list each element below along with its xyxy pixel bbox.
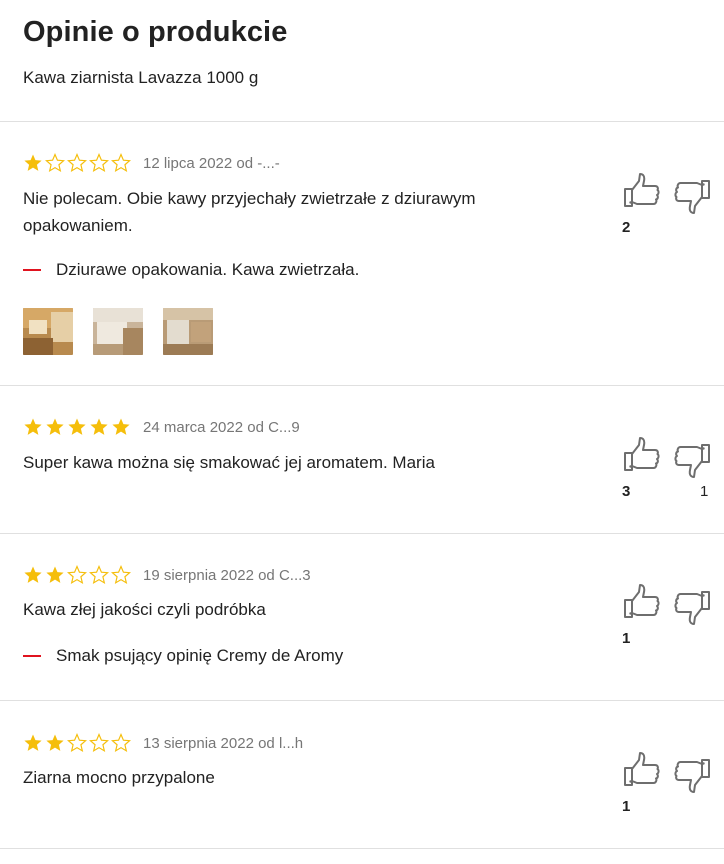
star-icon [23,733,43,753]
review-meta: 12 lipca 2022 od -...- [23,153,280,173]
helpful-count: 1 [622,630,631,647]
star-icon [111,565,131,585]
review-photos [23,308,213,355]
helpful-count: 2 [622,219,631,236]
star-icon [89,153,109,173]
star-icon [45,565,65,585]
review-date: 19 sierpnia 2022 od C...3 [143,566,311,584]
review-meta: 13 sierpnia 2022 od l...h [23,733,303,753]
vote-helpful-button[interactable] [622,750,662,790]
star-icon [67,733,87,753]
vote-helpful-button[interactable] [622,582,662,622]
thumbs-up-icon [622,750,662,790]
star-icon [23,565,43,585]
star-icon [45,153,65,173]
vote-unhelpful-button[interactable] [672,755,712,795]
star-icon [111,417,131,437]
star-icon [89,565,109,585]
minus-icon [23,655,41,657]
reviews-header: Opinie o produkcie Kawa ziarnista Lavazz… [0,0,724,122]
helpful-count: 1 [622,798,631,815]
star-rating [23,417,131,437]
star-rating [23,565,131,585]
review-text: Super kawa można się smakować jej aromat… [23,453,435,472]
review-photo-1[interactable] [23,308,73,355]
vote-unhelpful-button[interactable] [672,440,712,480]
review-meta: 19 sierpnia 2022 od C...3 [23,565,311,585]
page-title: Opinie o produkcie [23,16,288,48]
thumbs-down-icon [672,755,712,795]
review-text: Nie polecam. Obie kawy przyjechały zwiet… [23,189,476,235]
helpful-count: 3 [622,483,631,500]
thumbs-up-icon [622,435,662,475]
review-photo-2[interactable] [93,308,143,355]
vote-helpful-button[interactable] [622,435,662,475]
thumbs-up-icon [622,171,662,211]
star-icon [67,153,87,173]
star-icon [67,417,87,437]
thumbs-down-icon [672,587,712,627]
star-icon [111,733,131,753]
review-con-text: Dziurawe opakowania. Kawa zwietrzała. [56,260,360,279]
vote-unhelpful-button[interactable] [672,587,712,627]
star-icon [67,565,87,585]
review-date: 13 sierpnia 2022 od l...h [143,734,304,752]
product-name: Kawa ziarnista Lavazza 1000 g [23,68,259,87]
review-photo-3[interactable] [163,308,213,355]
star-icon [23,417,43,437]
review-item: 12 lipca 2022 od -...- Nie polecam. Obie… [0,122,724,386]
vote-helpful-button[interactable] [622,171,662,211]
unhelpful-count: 1 [700,483,709,500]
review-con: Smak psujący opinię Cremy de Aromy [23,646,343,666]
review-text: Ziarna mocno przypalone [23,768,215,787]
star-icon [111,153,131,173]
star-icon [45,417,65,437]
star-rating [23,153,131,173]
review-item: 13 sierpnia 2022 od l...h Ziarna mocno p… [0,701,724,849]
star-icon [23,153,43,173]
review-text: Kawa złej jakości czyli podróbka [23,600,266,619]
minus-icon [23,269,41,271]
review-con: Dziurawe opakowania. Kawa zwietrzała. [23,260,359,280]
thumbs-down-icon [672,440,712,480]
review-item: 19 sierpnia 2022 od C...3 Kawa złej jako… [0,534,724,701]
star-icon [89,733,109,753]
star-icon [89,417,109,437]
star-icon [45,733,65,753]
review-date: 12 lipca 2022 od -...- [143,154,280,172]
review-item: 24 marca 2022 od C...9 Super kawa można … [0,386,724,534]
vote-unhelpful-button[interactable] [672,176,712,216]
star-rating [23,733,131,753]
thumbs-up-icon [622,582,662,622]
thumbs-down-icon [672,176,712,216]
review-date: 24 marca 2022 od C...9 [143,418,300,436]
review-meta: 24 marca 2022 od C...9 [23,417,300,437]
review-con-text: Smak psujący opinię Cremy de Aromy [56,646,344,665]
